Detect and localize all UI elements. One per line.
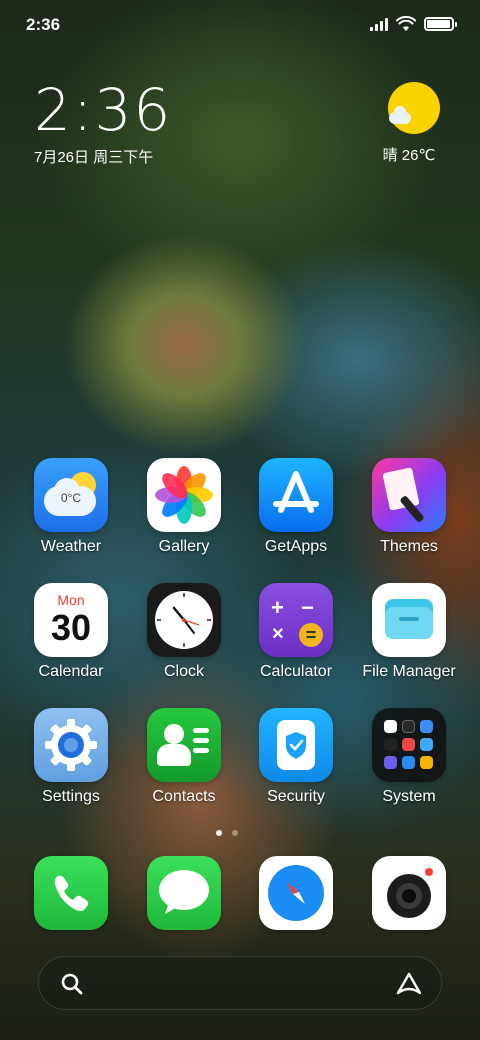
calculator-icon: + − × = bbox=[259, 583, 333, 657]
widget-time: 2:36 bbox=[34, 76, 173, 144]
app-label: Weather bbox=[40, 538, 102, 555]
status-bar: 2:36 bbox=[0, 0, 480, 50]
search-icon[interactable] bbox=[59, 971, 85, 997]
settings-icon bbox=[34, 708, 108, 782]
app-weather[interactable]: 0°C Weather bbox=[19, 458, 123, 556]
weather-temp: 0°C bbox=[60, 491, 82, 505]
dock-messages[interactable] bbox=[132, 856, 236, 930]
app-settings[interactable]: Settings bbox=[19, 708, 123, 806]
getapps-icon bbox=[259, 458, 333, 532]
app-label: Themes bbox=[380, 538, 438, 555]
weather-text: 晴 26℃ bbox=[382, 147, 436, 164]
battery-icon bbox=[424, 17, 457, 31]
app-label: Contacts bbox=[152, 788, 216, 805]
app-label: Calendar bbox=[38, 663, 104, 680]
app-security[interactable]: Security bbox=[244, 708, 348, 806]
wifi-icon bbox=[396, 16, 416, 31]
messages-icon bbox=[147, 856, 221, 930]
clock-icon bbox=[147, 583, 221, 657]
gallery-icon bbox=[147, 458, 221, 532]
search-bar[interactable] bbox=[38, 956, 442, 1010]
app-contacts[interactable]: Contacts bbox=[132, 708, 236, 806]
app-calendar[interactable]: Mon 30 Calendar bbox=[19, 583, 123, 681]
assistant-icon[interactable] bbox=[395, 971, 423, 997]
app-getapps[interactable]: GetApps bbox=[244, 458, 348, 556]
app-label: GetApps bbox=[264, 538, 328, 555]
calendar-month: Mon bbox=[57, 592, 85, 608]
app-label: Settings bbox=[42, 788, 100, 805]
file-manager-icon bbox=[372, 583, 446, 657]
dock-camera[interactable] bbox=[357, 856, 461, 930]
app-system-folder[interactable]: System bbox=[357, 708, 461, 806]
security-icon bbox=[259, 708, 333, 782]
app-calculator[interactable]: + − × = Calculator bbox=[244, 583, 348, 681]
status-time: 2:36 bbox=[26, 15, 61, 34]
weather-icon: 0°C bbox=[34, 458, 108, 532]
app-label: Calculator bbox=[259, 663, 333, 680]
app-file-manager[interactable]: File Manager bbox=[357, 583, 461, 681]
dock-phone[interactable] bbox=[19, 856, 123, 930]
page-indicator bbox=[216, 830, 238, 836]
widget-date: 7月26日 周三下午 bbox=[34, 149, 154, 166]
browser-icon bbox=[259, 856, 333, 930]
phone-icon bbox=[34, 856, 108, 930]
app-label: Clock bbox=[163, 663, 204, 680]
signal-icon bbox=[370, 17, 388, 31]
page-dot-active[interactable] bbox=[216, 830, 222, 836]
app-gallery[interactable]: Gallery bbox=[132, 458, 236, 556]
page-dot[interactable] bbox=[232, 830, 238, 836]
system-folder-icon bbox=[372, 708, 446, 782]
app-label: System bbox=[382, 788, 436, 805]
camera-icon bbox=[372, 856, 446, 930]
app-label: File Manager bbox=[362, 663, 456, 680]
status-icons bbox=[370, 16, 457, 32]
app-label: Gallery bbox=[158, 538, 210, 555]
clock-widget[interactable]: 2:36 7月26日 周三下午 bbox=[34, 78, 172, 167]
dock-browser[interactable] bbox=[244, 856, 348, 930]
app-clock[interactable]: Clock bbox=[132, 583, 236, 681]
calendar-day: 30 bbox=[50, 607, 92, 648]
themes-icon bbox=[372, 458, 446, 532]
contacts-icon bbox=[147, 708, 221, 782]
sunny-cloud-icon bbox=[388, 82, 440, 134]
app-themes[interactable]: Themes bbox=[357, 458, 461, 556]
app-label: Security bbox=[267, 788, 325, 805]
weather-widget[interactable]: 晴 26℃ bbox=[383, 82, 444, 165]
calendar-icon: Mon 30 bbox=[34, 583, 108, 657]
